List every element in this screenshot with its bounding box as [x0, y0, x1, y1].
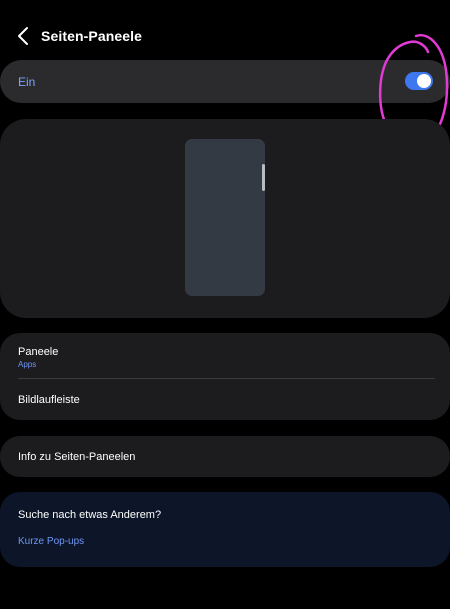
- suggestion-link[interactable]: Kurze Pop-ups: [18, 536, 84, 547]
- master-toggle-switch[interactable]: [405, 72, 433, 90]
- preview-card: [0, 119, 450, 318]
- app-header: Seiten-Paneele: [0, 18, 450, 56]
- list-item-bildlaufleiste[interactable]: Bildlaufleiste: [0, 379, 450, 420]
- info-card: Info zu Seiten-Paneelen: [0, 436, 450, 477]
- master-switch-row[interactable]: Ein: [0, 60, 450, 103]
- list-item-title: Info zu Seiten-Paneelen: [18, 451, 136, 463]
- page-title: Seiten-Paneele: [41, 28, 142, 44]
- phone-preview-illustration: [185, 139, 265, 296]
- suggestion-title: Suche nach etwas Anderem?: [18, 509, 162, 521]
- suggestion-card: Suche nach etwas Anderem? Kurze Pop-ups: [0, 492, 450, 567]
- edge-panel-handle: [262, 164, 265, 191]
- toggle-knob: [417, 74, 431, 88]
- back-button[interactable]: [12, 24, 36, 48]
- list-item-subtitle: Apps: [18, 360, 37, 369]
- list-item-title: Bildlaufleiste: [18, 394, 80, 406]
- settings-list-card: Paneele Apps Bildlaufleiste: [0, 333, 450, 420]
- list-item-title: Paneele: [18, 346, 59, 358]
- list-item-info[interactable]: Info zu Seiten-Paneelen: [0, 436, 450, 477]
- list-item-paneele[interactable]: Paneele Apps: [0, 333, 450, 378]
- master-switch-label: Ein: [18, 75, 36, 89]
- chevron-left-icon: [18, 27, 28, 45]
